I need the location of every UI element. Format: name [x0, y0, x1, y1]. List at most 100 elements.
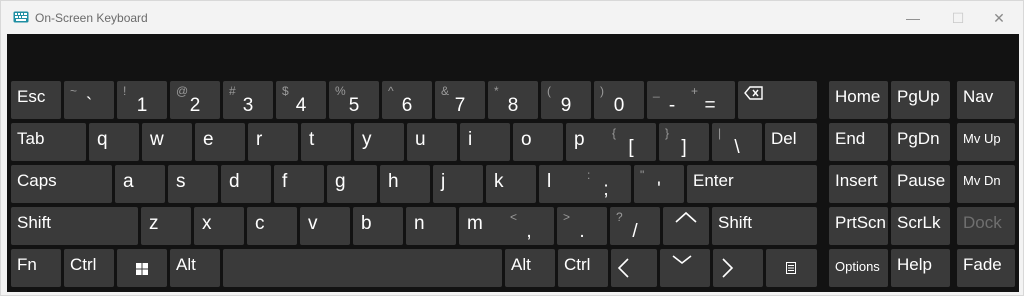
key-left-arrow[interactable] [611, 249, 657, 287]
key-6[interactable]: ^ 6 [382, 81, 432, 119]
key-home[interactable]: Home [829, 81, 888, 119]
key-label: k [494, 171, 504, 192]
key-label: , [526, 221, 532, 242]
key-label: d [229, 171, 240, 192]
key-r[interactable]: r [248, 123, 298, 161]
key-f[interactable]: f [274, 165, 324, 203]
key-9[interactable]: (9 [541, 81, 591, 119]
key-ctrl-right[interactable]: Ctrl [558, 249, 608, 287]
key-pgdn[interactable]: PgDn [891, 123, 950, 161]
key-windows[interactable] [117, 249, 167, 287]
key-o[interactable]: o [513, 123, 563, 161]
key-menu[interactable] [766, 249, 817, 287]
close-button[interactable]: ✕ [977, 5, 1021, 31]
maximize-button[interactable]: ☐ [936, 5, 980, 31]
key-e[interactable]: e [195, 123, 245, 161]
key-label: ScrLk [897, 213, 941, 232]
key-right-arrow[interactable] [713, 249, 763, 287]
key-down-arrow[interactable] [660, 249, 710, 287]
key-label: q [97, 129, 108, 150]
key-4[interactable]: $4 [276, 81, 326, 119]
key-insert[interactable]: Insert [829, 165, 888, 203]
key-space[interactable] [223, 249, 502, 287]
key-backspace[interactable] [738, 81, 817, 119]
key-1[interactable]: ! 1 [117, 81, 167, 119]
minimize-button[interactable]: — [891, 5, 935, 31]
key-fn[interactable]: Fn [11, 249, 61, 287]
key-label: Shift [17, 213, 52, 232]
key-ctrl-left[interactable]: Ctrl [64, 249, 114, 287]
key-mv-dn[interactable]: Mv Dn [957, 165, 1015, 203]
fade-button[interactable]: Fade [957, 249, 1015, 287]
key-k[interactable]: k [486, 165, 536, 203]
key-slash[interactable]: ? / [610, 207, 660, 245]
key-w[interactable]: w [142, 123, 192, 161]
key-caps[interactable]: Caps [11, 165, 112, 203]
key-u[interactable]: u [407, 123, 457, 161]
key-i[interactable]: i [460, 123, 510, 161]
key-shift-left[interactable]: Shift [11, 207, 138, 245]
key-enter[interactable]: Enter [687, 165, 817, 203]
key-5[interactable]: % 5 [329, 81, 379, 119]
key-label: Alt [176, 255, 196, 274]
key-label: PgDn [897, 129, 940, 148]
key-alt-right[interactable]: Alt [505, 249, 555, 287]
key-2[interactable]: @2 [170, 81, 220, 119]
key-label: 7 [454, 95, 466, 116]
key-quote[interactable]: " ' [634, 165, 684, 203]
key-label: ] [681, 137, 687, 158]
key-label: e [203, 129, 214, 150]
key-0[interactable]: ) 0 [594, 81, 644, 119]
key-label: a [123, 171, 134, 192]
key-b[interactable]: b [353, 207, 403, 245]
key-period[interactable]: >. [557, 207, 607, 245]
key-d[interactable]: d [221, 165, 271, 203]
key-equals[interactable]: + = [685, 81, 735, 119]
key-backslash[interactable]: | \ [712, 123, 762, 161]
key-scrlk[interactable]: ScrLk [891, 207, 950, 245]
key-pause[interactable]: Pause [891, 165, 950, 203]
key-del[interactable]: Del [765, 123, 817, 161]
chevron-up-icon [675, 211, 697, 223]
help-button[interactable]: Help [891, 249, 950, 287]
key-label: End [835, 129, 866, 148]
key-prtscn[interactable]: PrtScn [829, 207, 888, 245]
key-8[interactable]: * 8 [488, 81, 538, 119]
key-tab[interactable]: Tab [11, 123, 86, 161]
key-x[interactable]: x [194, 207, 244, 245]
key-esc[interactable]: Esc [11, 81, 61, 119]
key-t[interactable]: t [301, 123, 351, 161]
key-label: 9 [560, 95, 572, 116]
key-7[interactable]: & 7 [435, 81, 485, 119]
key-alt-left[interactable]: Alt [170, 249, 220, 287]
key-h[interactable]: h [380, 165, 430, 203]
title-bar[interactable]: On-Screen Keyboard — ☐ ✕ [1, 1, 1023, 34]
key-backtick[interactable]: ~ ` [64, 81, 114, 119]
key-label: = [704, 95, 716, 116]
key-label: o [521, 129, 532, 150]
key-m[interactable]: m [459, 207, 509, 245]
key-3[interactable]: #3 [223, 81, 273, 119]
key-v[interactable]: v [300, 207, 350, 245]
key-label: c [255, 213, 265, 234]
key-a[interactable]: a [115, 165, 165, 203]
options-button[interactable]: Options [829, 249, 888, 287]
key-mv-up[interactable]: Mv Up [957, 123, 1015, 161]
key-c[interactable]: c [247, 207, 297, 245]
key-y[interactable]: y [354, 123, 404, 161]
key-left-bracket[interactable]: {[ [606, 123, 656, 161]
key-right-bracket[interactable]: }] [659, 123, 709, 161]
key-comma[interactable]: <, [504, 207, 554, 245]
key-shift-right[interactable]: Shift [712, 207, 817, 245]
key-z[interactable]: z [141, 207, 191, 245]
key-end[interactable]: End [829, 123, 888, 161]
key-nav[interactable]: Nav [957, 81, 1015, 119]
key-g[interactable]: g [327, 165, 377, 203]
key-semicolon[interactable]: :; [581, 165, 631, 203]
key-s[interactable]: s [168, 165, 218, 203]
key-pgup[interactable]: PgUp [891, 81, 950, 119]
key-q[interactable]: q [89, 123, 139, 161]
key-j[interactable]: j [433, 165, 483, 203]
key-n[interactable]: n [406, 207, 456, 245]
key-up-arrow[interactable] [663, 207, 709, 245]
